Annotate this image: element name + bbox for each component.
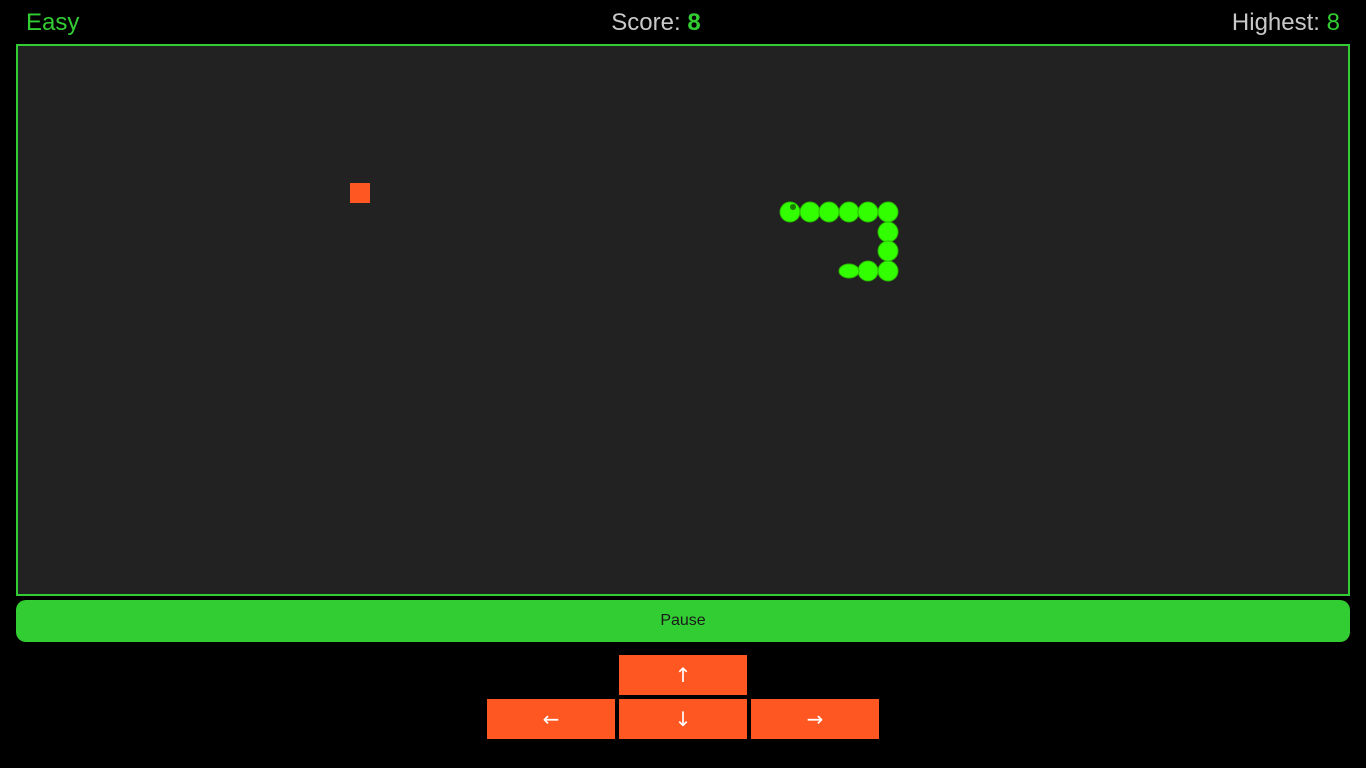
game-canvas bbox=[350, 183, 899, 282]
down-arrow-button[interactable]: ↓ bbox=[619, 699, 747, 739]
snake bbox=[779, 201, 899, 282]
snake-segment bbox=[877, 260, 899, 282]
snake-tail bbox=[838, 263, 860, 279]
snake-segment bbox=[838, 201, 860, 223]
food bbox=[350, 183, 370, 203]
snake-segment bbox=[877, 221, 899, 243]
snake-head bbox=[779, 201, 801, 223]
up-arrow-button[interactable]: ↑ bbox=[619, 655, 747, 695]
score-display: Score: 8 bbox=[0, 9, 1312, 37]
game-board[interactable] bbox=[16, 44, 1350, 596]
snake-segment bbox=[857, 260, 879, 282]
snake-segment bbox=[877, 201, 899, 223]
highest-label: Highest: bbox=[1231, 9, 1327, 36]
score-value: 8 bbox=[687, 9, 701, 36]
snake-segment bbox=[818, 201, 840, 223]
highest-value: 8 bbox=[1326, 9, 1340, 36]
highest-score-display: Highest: 8 bbox=[1232, 9, 1340, 37]
left-arrow-button[interactable]: ← bbox=[487, 699, 615, 739]
snake-eye bbox=[790, 204, 796, 210]
snake-segment bbox=[857, 201, 879, 223]
right-arrow-button[interactable]: → bbox=[751, 699, 879, 739]
top-bar: Easy Score: 8 Highest: 8 bbox=[0, 0, 1366, 44]
score-label: Score: bbox=[611, 9, 688, 36]
pause-button[interactable]: Pause bbox=[16, 600, 1350, 642]
snake-segment bbox=[799, 201, 821, 223]
snake-segment bbox=[877, 240, 899, 262]
